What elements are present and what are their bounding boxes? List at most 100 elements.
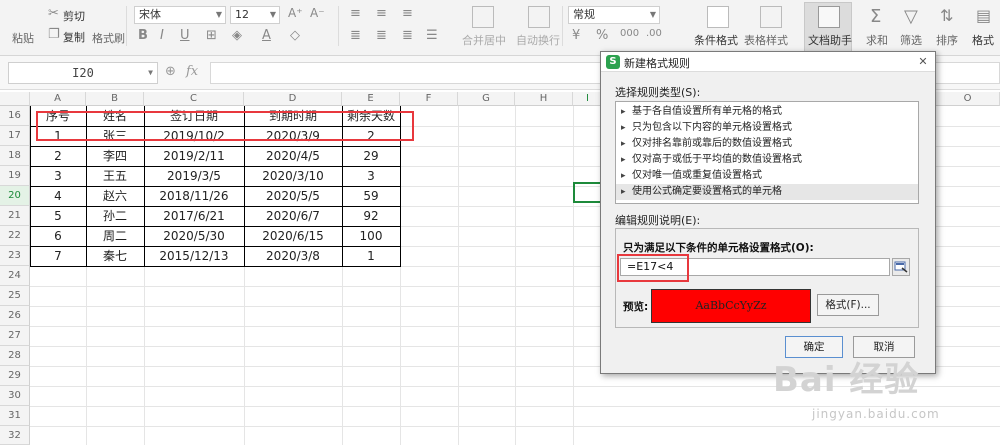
table-cell[interactable]: 李四 — [86, 146, 144, 166]
doc-assistant-button[interactable]: 文档助手 — [808, 32, 852, 48]
sum-button[interactable]: 求和 — [866, 32, 888, 48]
row-header-22[interactable]: 22 — [0, 226, 30, 246]
row-header-17[interactable]: 17 — [0, 126, 30, 146]
column-header-e[interactable]: E — [342, 92, 400, 106]
rule-type-list[interactable]: 基于各自值设置所有单元格的格式 只为包含以下内容的单元格设置格式 仅对排名靠前或… — [615, 101, 919, 204]
table-cell[interactable]: 29 — [342, 146, 400, 166]
column-header-i[interactable]: I — [573, 92, 603, 106]
table-style-button[interactable]: 表格样式 — [744, 32, 788, 48]
conditional-format-button[interactable]: 条件格式 — [694, 32, 738, 48]
table-cell[interactable]: 3 — [30, 166, 86, 186]
rule-type-item[interactable]: 只为包含以下内容的单元格设置格式 — [616, 120, 918, 136]
table-cell[interactable]: 赵六 — [86, 186, 144, 206]
format-painter-button[interactable]: 格式刷 — [92, 30, 125, 46]
filter-icon[interactable]: ▽ — [904, 6, 918, 27]
justify-icon[interactable]: ☰ — [426, 28, 438, 43]
table-cell[interactable]: 59 — [342, 186, 400, 206]
column-header-c[interactable]: C — [144, 92, 244, 106]
row-header-19[interactable]: 19 — [0, 166, 30, 186]
table-cell[interactable]: 6 — [30, 226, 86, 246]
column-header-g[interactable]: G — [458, 92, 515, 106]
conditional-format-icon[interactable] — [707, 6, 729, 28]
row-header-18[interactable]: 18 — [0, 146, 30, 166]
align-left-icon[interactable]: ≣ — [350, 28, 361, 43]
table-cell[interactable]: 2020/5/30 — [144, 226, 244, 246]
table-cell[interactable]: 2015/12/13 — [144, 246, 244, 266]
align-top-icon[interactable]: ≡ — [350, 6, 361, 21]
paste-button[interactable]: 粘贴 — [12, 30, 34, 46]
italic-icon[interactable]: I — [160, 28, 164, 43]
rule-type-item[interactable]: 基于各自值设置所有单元格的格式 — [616, 104, 918, 120]
align-right-icon[interactable]: ≣ — [402, 28, 413, 43]
row-header-27[interactable]: 27 — [0, 326, 30, 346]
align-middle-icon[interactable]: ≡ — [376, 6, 387, 21]
table-cell[interactable]: 7 — [30, 246, 86, 266]
table-style-icon[interactable] — [760, 6, 782, 28]
rule-type-item[interactable]: 仅对排名靠前或靠后的数值设置格式 — [616, 136, 918, 152]
merge-center-button[interactable]: 合并居中 — [462, 32, 506, 48]
rule-type-item-selected[interactable]: 使用公式确定要设置格式的单元格 — [616, 184, 918, 200]
table-cell[interactable]: 100 — [342, 226, 400, 246]
font-name-select[interactable]: 宋体 ▼ — [134, 6, 226, 24]
zoom-icon[interactable]: ⊕ — [165, 64, 176, 79]
column-header-a[interactable]: A — [30, 92, 86, 106]
cut-button[interactable]: 剪切 — [63, 8, 85, 24]
fill-color-icon[interactable]: ◈ — [232, 28, 242, 43]
table-cell[interactable]: 2020/4/5 — [244, 146, 342, 166]
corner-cell[interactable] — [0, 92, 30, 106]
percent-icon[interactable]: % — [596, 28, 608, 43]
column-header-b[interactable]: B — [86, 92, 144, 106]
format-icon[interactable]: ▤ — [976, 6, 991, 25]
table-cell[interactable]: 2017/6/21 — [144, 206, 244, 226]
selected-cell-i20[interactable] — [573, 182, 603, 203]
row-header-30[interactable]: 30 — [0, 386, 30, 406]
currency-icon[interactable]: ¥ — [572, 28, 580, 43]
bold-icon[interactable]: B — [138, 28, 148, 43]
column-header-f[interactable]: F — [400, 92, 458, 106]
table-cell[interactable]: 3 — [342, 166, 400, 186]
sort-icon[interactable]: ⇅ — [940, 6, 953, 25]
row-header-20[interactable]: 20 — [0, 186, 30, 206]
underline-icon[interactable]: U — [180, 28, 190, 43]
table-cell[interactable]: 2020/6/7 — [244, 206, 342, 226]
dialog-titlebar[interactable]: S 新建格式规则 ✕ — [601, 52, 935, 72]
table-cell[interactable]: 周二 — [86, 226, 144, 246]
wrap-text-icon[interactable] — [528, 6, 550, 28]
table-cell[interactable]: 4 — [30, 186, 86, 206]
table-cell[interactable]: 2019/3/5 — [144, 166, 244, 186]
table-cell[interactable]: 2018/11/26 — [144, 186, 244, 206]
column-header-h[interactable]: H — [515, 92, 573, 106]
decimal-icon[interactable]: .00 — [646, 28, 662, 39]
row-header-28[interactable]: 28 — [0, 346, 30, 366]
auto-wrap-button[interactable]: 自动换行 — [516, 32, 560, 48]
font-size-select[interactable]: 12 ▼ — [230, 6, 280, 24]
sum-icon[interactable]: Σ — [870, 6, 881, 27]
font-color-icon[interactable]: A — [262, 28, 271, 43]
format-button[interactable]: 格式 — [972, 32, 994, 48]
copy-button[interactable]: 复制 — [63, 29, 85, 45]
table-cell[interactable]: 2020/5/5 — [244, 186, 342, 206]
number-format-select[interactable]: 常规 ▼ — [568, 6, 660, 24]
filter-button[interactable]: 筛选 — [900, 32, 922, 48]
row-header-29[interactable]: 29 — [0, 366, 30, 386]
table-cell[interactable]: 秦七 — [86, 246, 144, 266]
table-cell[interactable]: 2019/2/11 — [144, 146, 244, 166]
row-header-21[interactable]: 21 — [0, 206, 30, 226]
row-header-31[interactable]: 31 — [0, 406, 30, 426]
clear-format-icon[interactable]: ◇ — [290, 28, 300, 43]
table-cell[interactable]: 92 — [342, 206, 400, 226]
thousands-icon[interactable]: 000 — [620, 28, 639, 39]
row-header-24[interactable]: 24 — [0, 266, 30, 286]
row-header-32[interactable]: 32 — [0, 426, 30, 445]
align-bottom-icon[interactable]: ≡ — [402, 6, 413, 21]
row-header-23[interactable]: 23 — [0, 246, 30, 266]
row-header-25[interactable]: 25 — [0, 286, 30, 306]
rule-type-item[interactable]: 仅对唯一值或重复值设置格式 — [616, 168, 918, 184]
range-picker-icon[interactable] — [892, 258, 910, 276]
table-cell[interactable]: 王五 — [86, 166, 144, 186]
doc-assistant-icon[interactable] — [818, 6, 840, 28]
rule-type-item[interactable]: 仅对高于或低于平均值的数值设置格式 — [616, 152, 918, 168]
table-cell[interactable]: 2020/3/8 — [244, 246, 342, 266]
column-header-d[interactable]: D — [244, 92, 342, 106]
column-header-o[interactable]: O — [936, 92, 1000, 106]
